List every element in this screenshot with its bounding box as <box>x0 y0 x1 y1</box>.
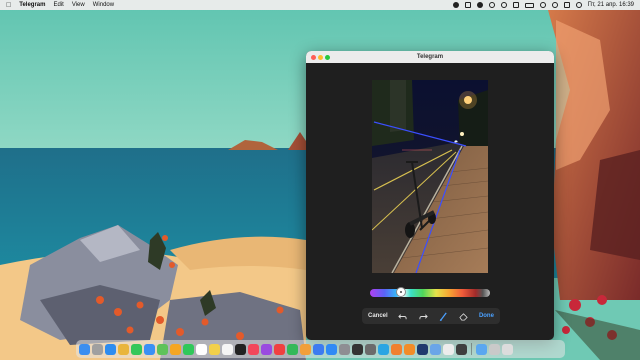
notes-icon[interactable] <box>209 343 220 355</box>
appletv-icon[interactable] <box>235 343 246 355</box>
battery-icon[interactable] <box>524 2 534 8</box>
menu-datetime[interactable]: Пт, 21 апр. 16:39 <box>588 2 634 8</box>
preview-icon[interactable] <box>430 343 441 355</box>
undo-icon[interactable] <box>398 311 408 321</box>
documents-folder-icon[interactable] <box>489 343 500 355</box>
screen-icon[interactable] <box>464 2 471 8</box>
menu-app-name[interactable]: Telegram <box>19 2 45 8</box>
close-window-button[interactable] <box>311 54 316 60</box>
telegram-icon[interactable] <box>378 343 389 355</box>
media-icon[interactable] <box>476 2 483 8</box>
cancel-button[interactable]: Cancel <box>368 313 388 319</box>
editor-toolbar: Cancel Done <box>362 308 500 324</box>
search-icon[interactable] <box>551 2 558 8</box>
activity-icon[interactable] <box>456 343 467 355</box>
screenshot-icon[interactable] <box>365 343 376 355</box>
calendar-icon[interactable] <box>196 343 207 355</box>
numbers-icon[interactable] <box>287 343 298 355</box>
photoshop-icon[interactable] <box>417 343 428 355</box>
vlc-icon[interactable] <box>404 343 415 355</box>
keyboard-layout-icon[interactable] <box>512 2 519 8</box>
terminal-icon[interactable] <box>352 343 363 355</box>
firefox-icon[interactable] <box>391 343 402 355</box>
edited-photo[interactable] <box>372 80 488 273</box>
safari-icon[interactable] <box>105 343 116 355</box>
menu-window[interactable]: Window <box>93 2 114 8</box>
reminders-icon[interactable] <box>222 343 233 355</box>
music-icon[interactable] <box>248 343 259 355</box>
siri-icon[interactable] <box>575 2 582 8</box>
clock-icon[interactable] <box>500 2 507 8</box>
settings-icon[interactable] <box>339 343 350 355</box>
news-icon[interactable] <box>274 343 285 355</box>
redo-icon[interactable] <box>418 311 428 321</box>
zoom-window-button[interactable] <box>325 54 330 60</box>
color-palette-slider[interactable] <box>370 289 490 297</box>
keynote-icon[interactable] <box>313 343 324 355</box>
telegram-window: Telegram Cancel Done <box>306 51 554 340</box>
done-button[interactable]: Done <box>479 313 494 319</box>
launchpad-icon[interactable] <box>92 343 103 355</box>
dock <box>76 340 565 358</box>
apple-menu-icon[interactable]:  <box>6 2 11 9</box>
menu-edit[interactable]: Edit <box>53 2 63 8</box>
eraser-icon[interactable] <box>459 311 469 321</box>
dock-separator <box>471 343 472 355</box>
appstore-icon[interactable] <box>326 343 337 355</box>
maps-icon[interactable] <box>157 343 168 355</box>
status-circle-icon[interactable] <box>488 2 495 8</box>
mail-icon[interactable] <box>144 343 155 355</box>
trash-icon[interactable] <box>502 343 513 355</box>
pages-icon[interactable] <box>300 343 311 355</box>
podcasts-icon[interactable] <box>261 343 272 355</box>
minimize-window-button[interactable] <box>318 54 323 60</box>
menu-bar:  Telegram Edit View Window Пт, 21 апр. … <box>0 0 640 10</box>
control-center-icon[interactable] <box>563 2 570 8</box>
wifi-icon[interactable] <box>539 2 546 8</box>
status-area: Пт, 21 апр. 16:39 <box>452 2 634 8</box>
messages-icon[interactable] <box>131 343 142 355</box>
window-title: Telegram <box>416 54 444 60</box>
textedit-icon[interactable] <box>443 343 454 355</box>
facetime-icon[interactable] <box>183 343 194 355</box>
downloads-folder-icon[interactable] <box>476 343 487 355</box>
color-palette-thumb[interactable] <box>396 287 406 297</box>
photos-icon[interactable] <box>170 343 181 355</box>
brush-icon[interactable] <box>438 311 448 321</box>
menu-view[interactable]: View <box>72 2 85 8</box>
chrome-icon[interactable] <box>118 343 129 355</box>
window-titlebar[interactable]: Telegram <box>306 51 554 63</box>
finder-icon[interactable] <box>79 343 90 355</box>
record-icon[interactable] <box>452 2 459 8</box>
